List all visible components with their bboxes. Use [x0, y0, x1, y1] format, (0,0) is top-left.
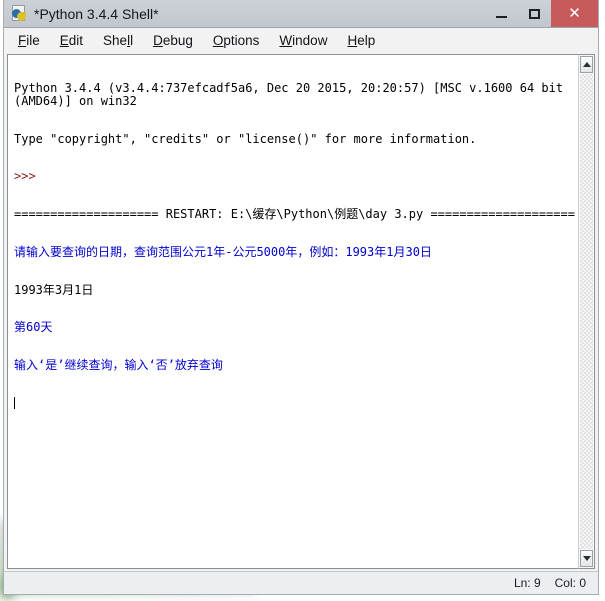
- title-bar: *Python 3.4.4 Shell* ✕: [4, 0, 598, 27]
- menu-item-file[interactable]: File: [18, 33, 40, 48]
- client-area: Python 3.4.4 (v3.4.4:737efcadf5a6, Dec 2…: [4, 52, 598, 571]
- python-logo-icon: [11, 5, 28, 22]
- window-controls: ✕: [485, 0, 598, 27]
- close-button[interactable]: ✕: [551, 0, 598, 27]
- vertical-scrollbar[interactable]: [578, 54, 595, 569]
- console-line: 请输入要查询的日期，查询范围公元1年-公元5000年，例如：1993年1月30日: [14, 244, 432, 259]
- arrow-down-icon: [582, 556, 591, 561]
- console-restart-line: ==================== RESTART: E:\缓存\Pyth…: [14, 207, 575, 222]
- console-line: 输入‘是’继续查询，输入‘否’放弃查询: [14, 358, 223, 373]
- maximize-button[interactable]: [518, 0, 551, 27]
- desktop-background: *Python 3.4.4 Shell* ✕ File Edit Shell D…: [0, 0, 605, 601]
- console-line: 第60天: [14, 320, 53, 335]
- menu-item-shell[interactable]: Shell: [103, 33, 133, 48]
- console-caret-line: [14, 397, 578, 410]
- arrow-up-icon: [582, 62, 591, 67]
- menu-item-debug[interactable]: Debug: [153, 33, 193, 48]
- status-bar: Ln: 9 Col: 0: [4, 571, 598, 594]
- maximize-icon: [529, 8, 540, 19]
- menu-bar: File Edit Shell Debug Options Window Hel…: [4, 27, 598, 52]
- console-line: Python 3.4.4 (v3.4.4:737efcadf5a6, Dec 2…: [14, 81, 571, 108]
- close-icon: ✕: [568, 5, 581, 22]
- scrollbar-track[interactable]: [580, 74, 593, 549]
- console-output[interactable]: Python 3.4.4 (v3.4.4:737efcadf5a6, Dec 2…: [8, 55, 578, 435]
- minimize-button[interactable]: [485, 0, 518, 27]
- minimize-icon: [496, 15, 507, 18]
- status-line-number: Ln: 9: [513, 576, 541, 590]
- menu-item-options[interactable]: Options: [213, 33, 260, 48]
- console-prompt: >>>: [14, 169, 36, 184]
- menu-item-edit[interactable]: Edit: [60, 33, 83, 48]
- window-title: *Python 3.4.4 Shell*: [34, 5, 159, 22]
- scroll-up-button[interactable]: [580, 56, 593, 73]
- menu-item-window[interactable]: Window: [279, 33, 327, 48]
- text-cursor: [14, 397, 15, 410]
- status-column-number: Col: 0: [554, 576, 586, 590]
- python-shell-window: *Python 3.4.4 Shell* ✕ File Edit Shell D…: [3, 0, 599, 595]
- console-line: Type "copyright", "credits" or "license(…: [14, 131, 477, 146]
- console-input-line: 1993年3月1日: [14, 282, 94, 297]
- scroll-down-button[interactable]: [580, 550, 593, 567]
- menu-item-help[interactable]: Help: [347, 33, 375, 48]
- shell-text-area[interactable]: Python 3.4.4 (v3.4.4:737efcadf5a6, Dec 2…: [7, 54, 578, 569]
